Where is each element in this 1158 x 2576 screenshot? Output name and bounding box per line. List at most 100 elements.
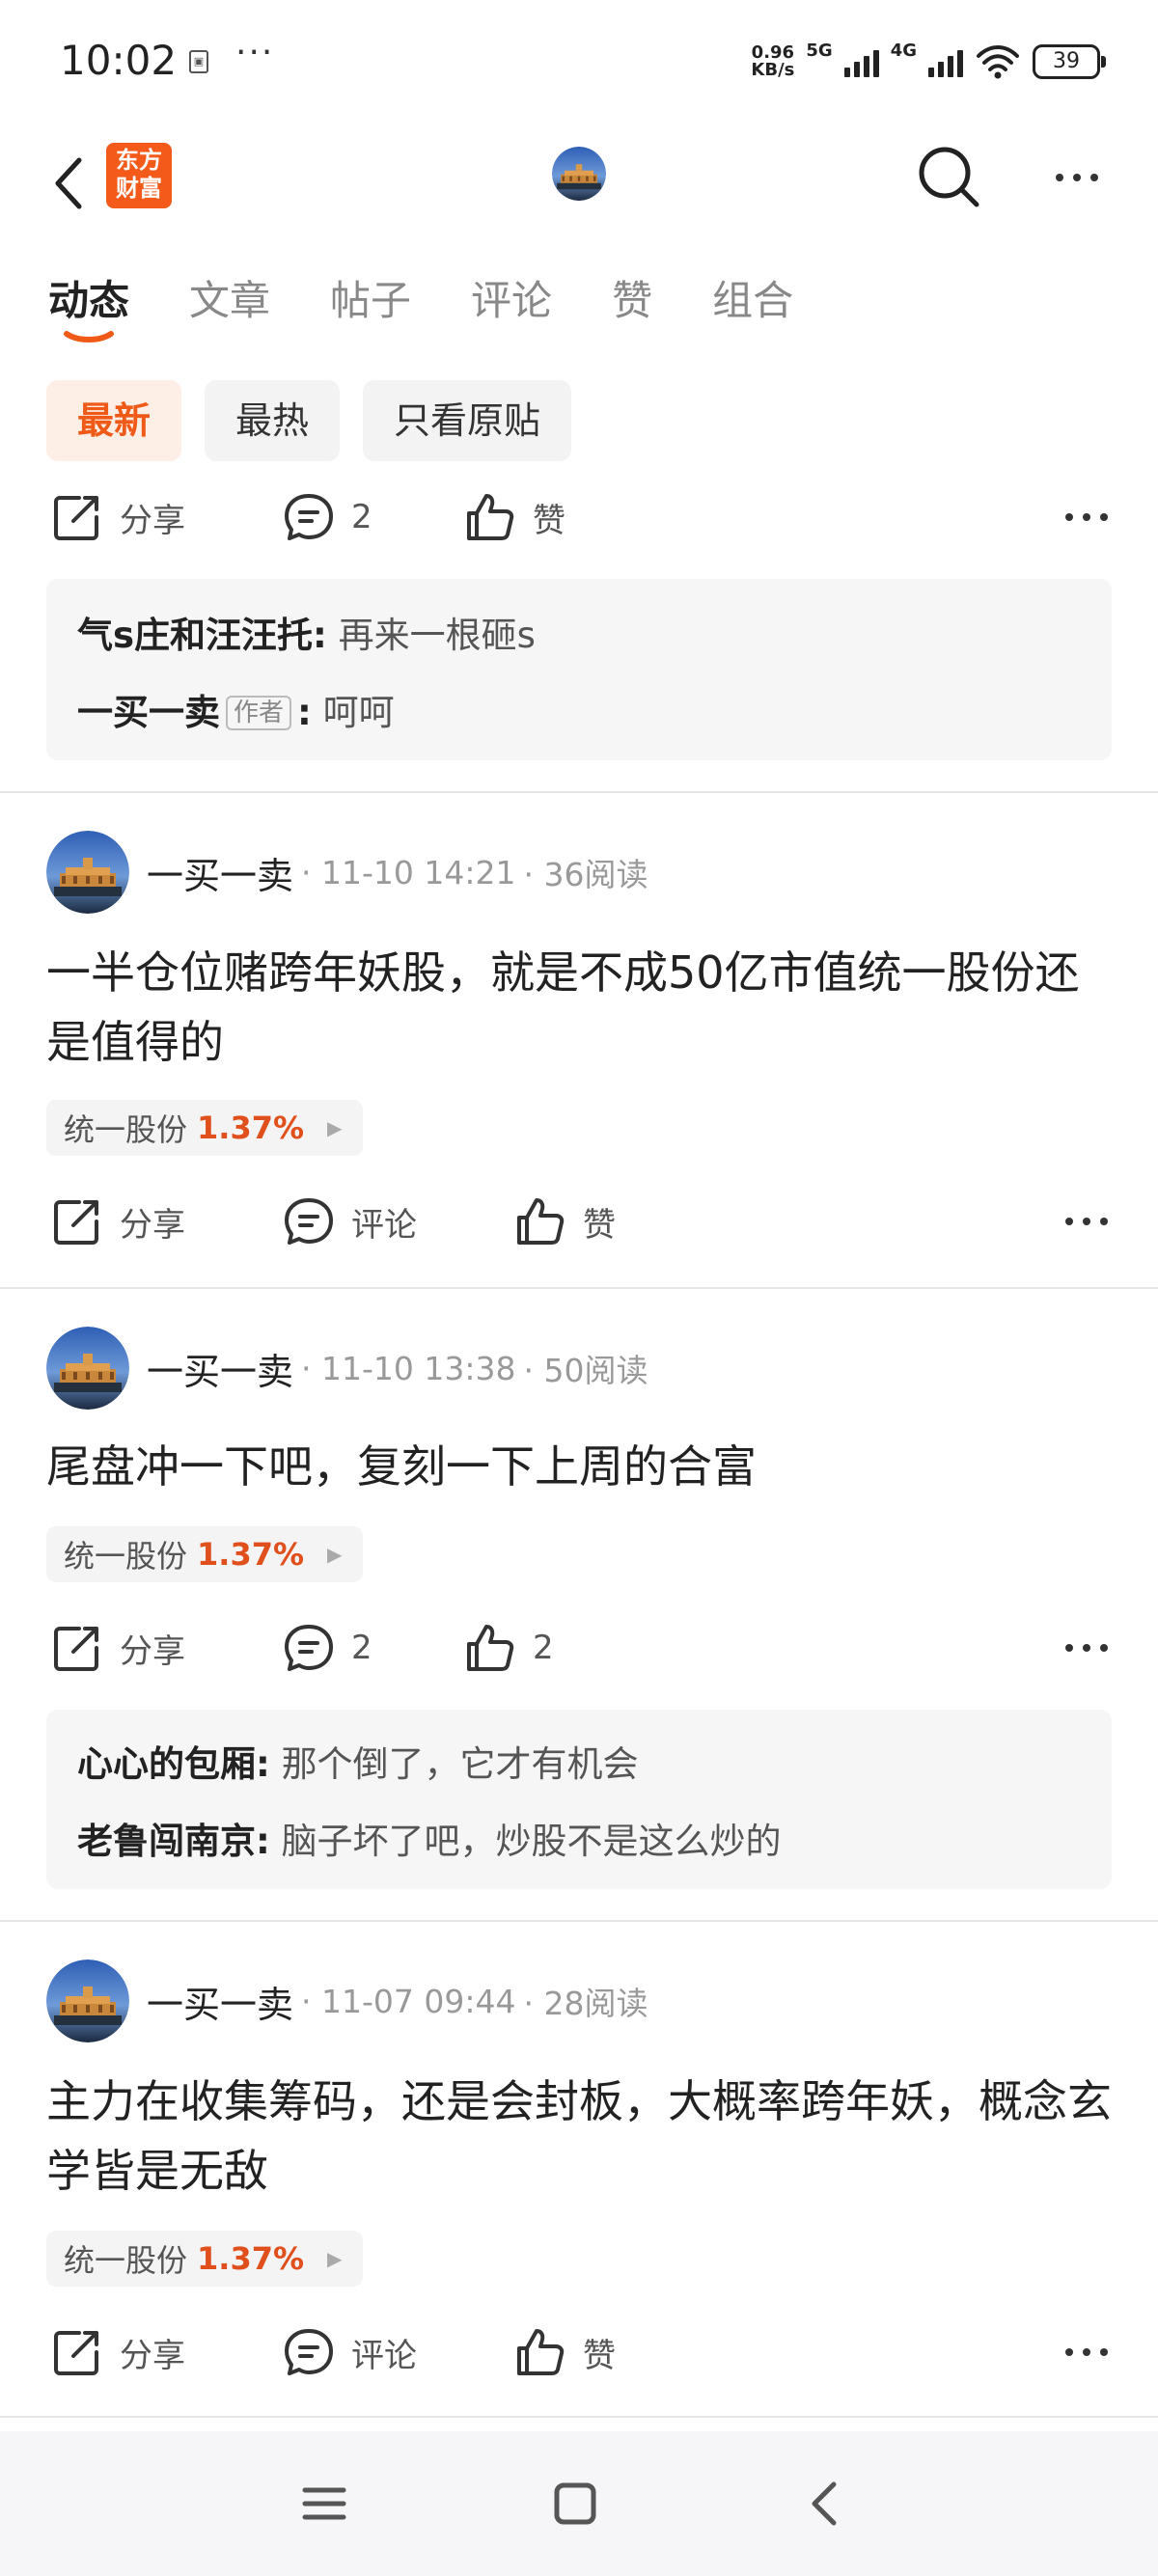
post-reads: · 36阅读 [523, 856, 648, 893]
comment-icon [282, 490, 336, 544]
divider [0, 2416, 1158, 2418]
comment-icon [282, 1194, 336, 1248]
avatar[interactable] [46, 831, 129, 914]
share-button[interactable]: 分享 [50, 2314, 185, 2391]
divider [0, 1920, 1158, 1922]
share-icon [50, 490, 104, 544]
tab-likes[interactable]: 赞 [612, 268, 652, 327]
signal-5g-icon [843, 46, 879, 77]
post-actions: 分享 2 2 [0, 1609, 1158, 1686]
comment-icon [282, 1621, 336, 1675]
share-button[interactable]: 分享 [50, 1609, 185, 1686]
comment-preview[interactable]: 心心的包厢: 那个倒了，它才有机会 老鲁闯南京: 脑子坏了吧，炒股不是这么炒的 [46, 1710, 1112, 1889]
wifi-icon [977, 45, 1019, 79]
like-button[interactable]: 赞 [513, 2314, 616, 2391]
share-button[interactable]: 分享 [50, 479, 185, 556]
status-more-icon: ··· [235, 33, 275, 72]
share-button[interactable]: 分享 [50, 1183, 185, 1260]
comment-icon [282, 2325, 336, 2379]
more-horizontal-icon[interactable] [1058, 1192, 1116, 1250]
post-reads: · 28阅读 [523, 1985, 648, 2022]
filter-chips: 最新 最热 只看原贴 [46, 380, 572, 461]
search-icon[interactable] [917, 145, 980, 208]
tab-comments[interactable]: 评论 [471, 268, 552, 327]
status-indicators: 0.96 KB/s 5G 4G 39 [751, 41, 1106, 81]
comment-button[interactable]: 评论 [282, 2314, 417, 2391]
5g-label: 5G [806, 41, 833, 61]
comment-item: 心心的包厢: 那个倒了，它才有机会 [77, 1743, 639, 1785]
post-reads: · 50阅读 [523, 1352, 648, 1389]
system-nav-bar [0, 2431, 1158, 2576]
post-text[interactable]: 主力在收集筹码，还是会封板，大概率跨年妖，概念玄学皆是无敌 [46, 2067, 1117, 2206]
comment-button[interactable]: 2 [282, 479, 372, 556]
comment-button[interactable]: 2 [282, 1609, 372, 1686]
top-nav: 东方 财富 [0, 125, 1158, 232]
home-square-icon[interactable] [546, 2475, 604, 2533]
post-text[interactable]: 一半仓位赌跨年妖股，就是不成50亿市值统一股份还是值得的 [46, 938, 1117, 1077]
stock-tag[interactable]: 统一股份 1.37% ▶ [46, 2231, 364, 2287]
divider [0, 1287, 1158, 1289]
share-icon [50, 1621, 104, 1675]
network-speed: 0.96 KB/s [751, 42, 795, 80]
app-logo: 东方 财富 [106, 143, 172, 208]
4g-label: 4G [890, 41, 917, 61]
comment-item: 老鲁闯南京: 脑子坏了吧，炒股不是这么炒的 [77, 1821, 782, 1862]
post-header: 一买一卖 · 11-10 14:21 · 36阅读 [46, 830, 648, 915]
comment-item: 一买一卖 作者: 呵呵 [77, 692, 395, 733]
more-horizontal-icon[interactable] [1058, 488, 1116, 546]
thumbs-up-icon [463, 1621, 517, 1675]
tab-dynamic[interactable]: 动态 [48, 268, 129, 343]
like-button[interactable]: 赞 [513, 1183, 616, 1260]
like-button[interactable]: 2 [463, 1609, 554, 1686]
avatar[interactable] [46, 1959, 129, 2042]
profile-tabs: 动态 文章 帖子 评论 赞 组合 [48, 268, 853, 343]
triangle-right-icon: ▶ [327, 2247, 343, 2270]
post-author[interactable]: 一买一卖 [147, 1975, 293, 2028]
post-author[interactable]: 一买一卖 [147, 846, 293, 899]
more-horizontal-icon[interactable] [1058, 2323, 1116, 2381]
tab-portfolios[interactable]: 组合 [712, 268, 793, 327]
post-time: · 11-10 14:21 [301, 853, 516, 891]
menu-icon[interactable] [295, 2475, 353, 2533]
divider [0, 791, 1158, 793]
triangle-right-icon: ▶ [327, 1116, 343, 1139]
like-button[interactable]: 赞 [463, 479, 565, 556]
profile-avatar[interactable] [552, 147, 606, 201]
triangle-right-icon: ▶ [327, 1543, 343, 1566]
filter-latest[interactable]: 最新 [46, 380, 182, 461]
comment-button[interactable]: 评论 [282, 1183, 417, 1260]
status-time: 10:02 [60, 37, 178, 84]
filter-original-only[interactable]: 只看原贴 [363, 380, 572, 461]
comment-item: 气s庄和汪汪托: 再来一根砸s [77, 615, 536, 656]
post-header: 一买一卖 · 11-07 09:44 · 28阅读 [46, 1959, 648, 2043]
share-icon [50, 1194, 104, 1248]
filter-hottest[interactable]: 最热 [205, 380, 341, 461]
thumbs-up-icon [463, 490, 517, 544]
comment-preview[interactable]: 气s庄和汪汪托: 再来一根砸s 一买一卖 作者: 呵呵 [46, 579, 1112, 760]
post-text[interactable]: 尾盘冲一下吧，复刻一下上周的合富 [46, 1432, 1117, 1501]
post-actions: 分享 2 赞 [0, 479, 1158, 556]
stock-tag[interactable]: 统一股份 1.37% ▶ [46, 1100, 364, 1156]
sim-icon: ▣ [189, 50, 208, 73]
thumbs-up-icon [513, 2325, 567, 2379]
tab-articles[interactable]: 文章 [189, 268, 270, 327]
post-actions: 分享 评论 赞 [0, 1183, 1158, 1260]
chevron-left-icon[interactable] [46, 154, 93, 212]
more-horizontal-icon[interactable] [1048, 149, 1106, 206]
post-author[interactable]: 一买一卖 [147, 1342, 293, 1395]
post-header: 一买一卖 · 11-10 13:38 · 50阅读 [46, 1326, 648, 1411]
back-triangle-icon[interactable] [797, 2475, 855, 2533]
tab-posts[interactable]: 帖子 [330, 268, 411, 327]
avatar[interactable] [46, 1327, 129, 1410]
tab-active-indicator [64, 331, 114, 343]
battery-icon: 39 [1033, 44, 1106, 79]
share-icon [50, 2325, 104, 2379]
post-actions: 分享 评论 赞 [0, 2314, 1158, 2391]
signal-4g-icon [928, 46, 963, 77]
status-bar: 10:02 ▣ ··· 0.96 KB/s 5G 4G 39 [0, 0, 1158, 125]
stock-tag[interactable]: 统一股份 1.37% ▶ [46, 1526, 364, 1582]
post-time: · 11-07 09:44 [301, 1982, 516, 2020]
more-horizontal-icon[interactable] [1058, 1619, 1116, 1677]
thumbs-up-icon [513, 1194, 567, 1248]
post-time: · 11-10 13:38 [301, 1349, 516, 1387]
